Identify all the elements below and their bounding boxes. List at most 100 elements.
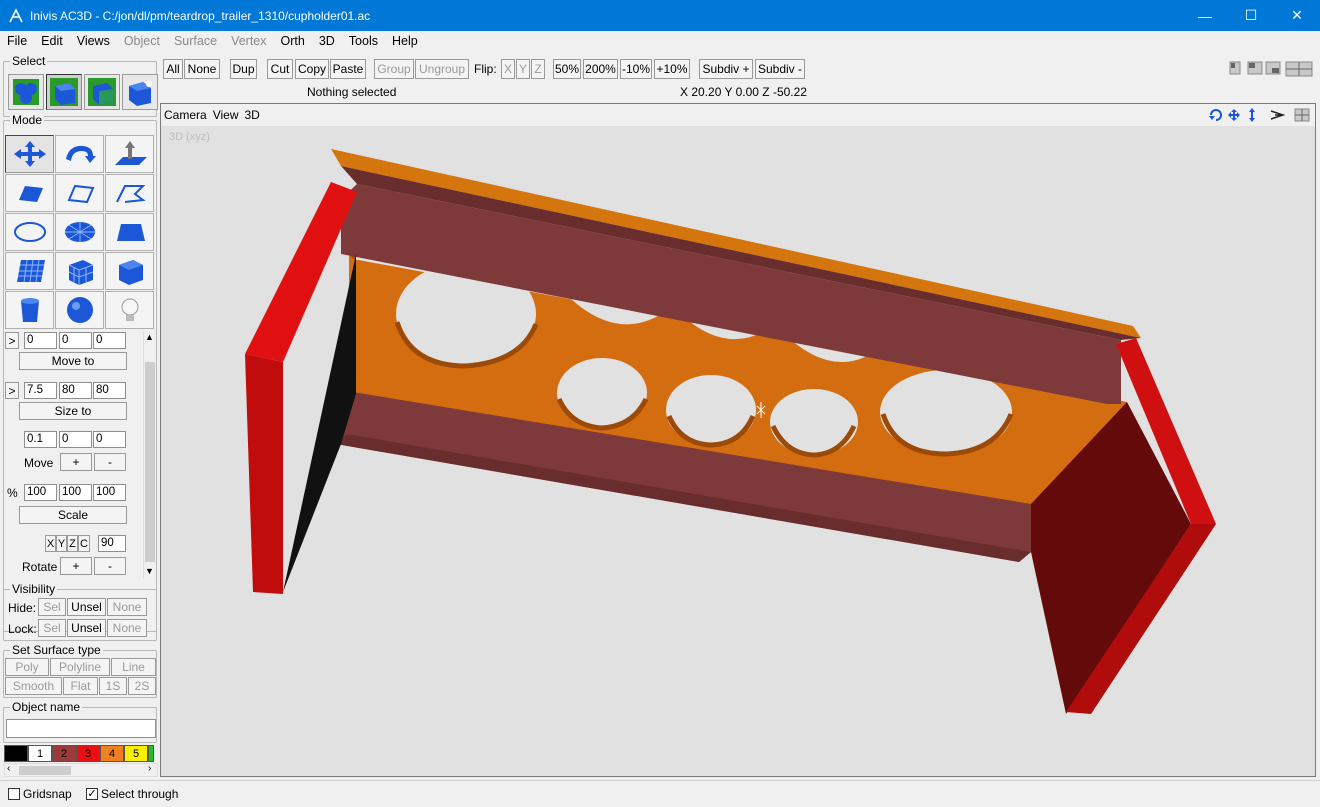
polygon-mode-button[interactable] <box>5 174 54 212</box>
hide-sel-button[interactable]: Sel <box>38 598 66 616</box>
rotate-plus-button[interactable]: + <box>60 557 92 575</box>
polyline-mode-button[interactable] <box>55 174 104 212</box>
box-grid-mode-button[interactable] <box>55 252 104 290</box>
viewport-3d[interactable]: Camera View 3D 3D (xyz) <box>160 103 1316 777</box>
size-z-field[interactable]: 80 <box>93 382 126 399</box>
box-mode-button[interactable] <box>105 252 154 290</box>
move-minus-button[interactable]: - <box>94 453 126 471</box>
palette-swatch-1[interactable]: 1 <box>28 745 52 762</box>
select-objects-button[interactable] <box>46 74 82 110</box>
hide-unsel-button[interactable]: Unsel <box>67 598 106 616</box>
palette-scrollbar-thumb[interactable] <box>19 766 71 775</box>
size-y-field[interactable]: 80 <box>59 382 92 399</box>
surface-line-button[interactable]: Line <box>111 658 156 676</box>
move-plus-button[interactable]: + <box>60 453 92 471</box>
rotate-angle-field[interactable]: 90 <box>98 535 126 552</box>
position-z-field[interactable]: 0 <box>93 332 126 349</box>
palette-swatch-3[interactable]: 3 <box>76 745 100 762</box>
flip-x-button[interactable]: X <box>501 59 515 79</box>
menu-vertex[interactable]: Vertex <box>224 34 273 48</box>
palette-scrollbar[interactable]: ‹ › <box>4 763 158 777</box>
cut-button[interactable]: Cut <box>267 59 293 79</box>
scale-x-field[interactable]: 100 <box>24 484 57 501</box>
menu-views[interactable]: Views <box>70 34 117 48</box>
scale-button[interactable]: Scale <box>19 506 127 524</box>
palette-swatch-6[interactable] <box>148 745 154 762</box>
menu-tools[interactable]: Tools <box>342 34 385 48</box>
object-name-field[interactable] <box>6 719 156 738</box>
rotate-mode-button[interactable] <box>55 135 104 173</box>
palette-swatch-2[interactable]: 2 <box>52 745 76 762</box>
menu-object[interactable]: Object <box>117 34 167 48</box>
position-toggle[interactable]: > <box>5 332 19 349</box>
select-surfaces-button[interactable] <box>84 74 120 110</box>
select-none-button[interactable]: None <box>184 59 220 79</box>
lock-none-button[interactable]: None <box>107 619 147 637</box>
rotate-y-axis[interactable]: Y <box>56 535 67 552</box>
scale-50-button[interactable]: 50% <box>553 59 581 79</box>
hide-none-button[interactable]: None <box>107 598 147 616</box>
menu-3d[interactable]: 3D <box>312 34 342 48</box>
palette-swatch-4[interactable]: 4 <box>100 745 124 762</box>
rotate-x-axis[interactable]: X <box>45 535 56 552</box>
panel-scrollbar[interactable]: ▲ ▼ <box>143 332 156 579</box>
subdiv-plus-button[interactable]: Subdiv + <box>699 59 753 79</box>
menu-orth[interactable]: Orth <box>274 34 312 48</box>
close-button[interactable]: ✕ <box>1274 0 1320 31</box>
select-vertices-button[interactable] <box>8 74 44 110</box>
mesh-mode-button[interactable] <box>5 252 54 290</box>
size-to-button[interactable]: Size to <box>19 402 127 420</box>
cylinder-mode-button[interactable] <box>5 291 54 329</box>
menu-surface[interactable]: Surface <box>167 34 224 48</box>
menu-help[interactable]: Help <box>385 34 425 48</box>
lock-unsel-button[interactable]: Unsel <box>67 619 106 637</box>
surface-poly-button[interactable]: Poly <box>5 658 49 676</box>
palette-swatch-5[interactable]: 5 <box>124 745 148 762</box>
scale-plus-10-button[interactable]: +10% <box>654 59 690 79</box>
move-to-button[interactable]: Move to <box>19 352 127 370</box>
scale-minus-10-button[interactable]: -10% <box>620 59 652 79</box>
maximize-button[interactable]: ☐ <box>1228 0 1274 31</box>
size-x-field[interactable]: 7.5 <box>24 382 57 399</box>
ungroup-button[interactable]: Ungroup <box>415 59 469 79</box>
flip-y-button[interactable]: Y <box>516 59 530 79</box>
copy-button[interactable]: Copy <box>295 59 329 79</box>
layout-switch-icons[interactable] <box>1228 60 1316 78</box>
lock-sel-button[interactable]: Sel <box>38 619 66 637</box>
group-button[interactable]: Group <box>374 59 414 79</box>
surface-1s-button[interactable]: 1S <box>99 677 127 695</box>
move-x-field[interactable]: 0.1 <box>24 431 57 448</box>
rectangle-mode-button[interactable] <box>105 213 154 251</box>
move-mode-button[interactable] <box>5 135 54 173</box>
rotate-z-axis[interactable]: Z <box>67 535 78 552</box>
surface-flat-button[interactable]: Flat <box>63 677 98 695</box>
gridsnap-checkbox[interactable] <box>8 788 20 800</box>
line-mode-button[interactable] <box>105 174 154 212</box>
select-groups-button[interactable] <box>122 74 158 110</box>
surface-polyline-button[interactable]: Polyline <box>50 658 110 676</box>
position-y-field[interactable]: 0 <box>59 332 92 349</box>
subdiv-minus-button[interactable]: Subdiv - <box>755 59 805 79</box>
panel-scrollbar-thumb[interactable] <box>145 362 155 562</box>
duplicate-button[interactable]: Dup <box>230 59 257 79</box>
position-x-field[interactable]: 0 <box>24 332 57 349</box>
surface-smooth-button[interactable]: Smooth <box>5 677 62 695</box>
rotate-custom-axis[interactable]: C <box>78 535 90 552</box>
move-z-field[interactable]: 0 <box>93 431 126 448</box>
palette-scroll-left-icon[interactable]: ‹ <box>7 763 10 774</box>
rotate-minus-button[interactable]: - <box>94 557 126 575</box>
select-through-checkbox[interactable]: ✓ <box>86 788 98 800</box>
cupholder-model[interactable] <box>161 104 1316 777</box>
paste-button[interactable]: Paste <box>330 59 366 79</box>
circle-mode-button[interactable] <box>5 213 54 251</box>
scale-200-button[interactable]: 200% <box>583 59 618 79</box>
sphere-mode-button[interactable] <box>55 291 104 329</box>
scroll-down-icon[interactable]: ▼ <box>145 566 154 576</box>
menu-file[interactable]: File <box>0 34 34 48</box>
size-toggle[interactable]: > <box>5 382 19 399</box>
extrude-mode-button[interactable] <box>105 135 154 173</box>
surface-2s-button[interactable]: 2S <box>128 677 156 695</box>
scale-y-field[interactable]: 100 <box>59 484 92 501</box>
palette-swatch-0[interactable] <box>4 745 28 762</box>
palette-scroll-right-icon[interactable]: › <box>148 763 151 774</box>
